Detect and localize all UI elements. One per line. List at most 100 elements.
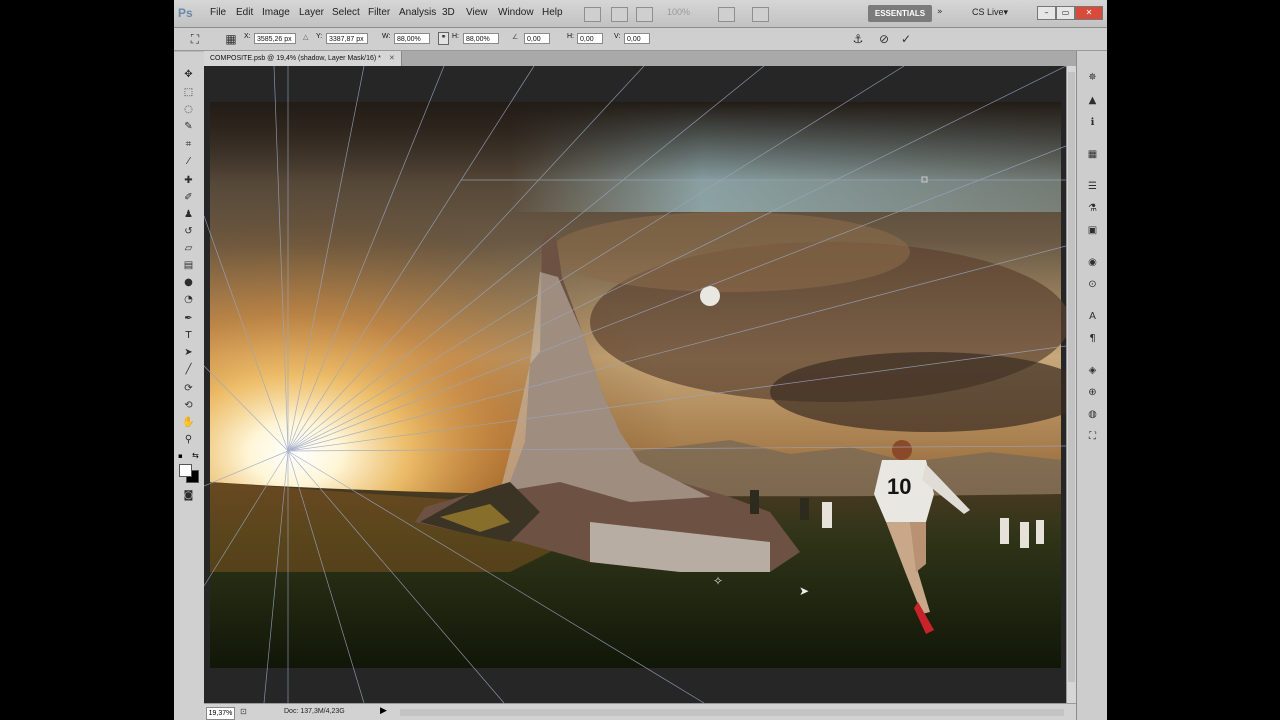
vskew-label: V:: [614, 33, 621, 40]
launch-bridge-icon[interactable]: [584, 7, 601, 22]
tools-panel: ✥ ⬚ ◌ ✎ ⌗ ⁄ ✚ ✐ ♟ ↺ ▱ ▤ ● ◔ ✒ T ➤ ╱ ⟳ ⟲ …: [174, 52, 205, 720]
lasso-tool-icon[interactable]: ◌: [181, 103, 196, 117]
blur-tool-icon[interactable]: ●: [181, 276, 196, 290]
x-label: X:: [244, 33, 251, 40]
close-window-button[interactable]: ✕: [1075, 6, 1103, 20]
mini-bridge-icon[interactable]: [611, 7, 628, 22]
options-bar: ⛶ ▦ X: 3585,26 px △ Y: 3387,87 px W: 88,…: [174, 28, 1107, 51]
menu-filter[interactable]: Filter: [368, 7, 390, 18]
swatches-icon[interactable]: ▦: [1086, 148, 1099, 161]
warp-mode-icon[interactable]: ⚓: [851, 32, 865, 46]
transform-icon[interactable]: ⛶: [1086, 430, 1099, 443]
character-icon[interactable]: A: [1086, 310, 1099, 323]
path-select-icon[interactable]: ➤: [181, 346, 196, 360]
jersey-number: 10: [887, 474, 911, 499]
dodge-tool-icon[interactable]: ◔: [181, 293, 196, 307]
workspace-essentials-button[interactable]: ESSENTIALS: [868, 5, 932, 22]
masks-icon[interactable]: ▣: [1086, 224, 1099, 237]
gradient-tool-icon[interactable]: ▤: [181, 259, 196, 273]
crop-tool-icon[interactable]: ⌗: [181, 138, 196, 152]
default-colors-icon[interactable]: ▪: [178, 452, 183, 460]
eyedropper-tool-icon[interactable]: ⁄: [181, 155, 196, 169]
3d-orbit-icon[interactable]: ⟲: [181, 399, 196, 413]
relative-position-icon[interactable]: △: [303, 33, 308, 41]
menu-file[interactable]: File: [210, 7, 226, 18]
quick-mask-icon[interactable]: ◙: [181, 489, 196, 503]
navigator-icon[interactable]: ✵: [1086, 71, 1099, 84]
zoom-percent-field[interactable]: 19,37%: [206, 707, 235, 720]
healing-brush-icon[interactable]: ✚: [181, 174, 196, 188]
styles-icon[interactable]: ⚗: [1086, 202, 1099, 215]
status-info-icon[interactable]: ⊡: [240, 707, 247, 716]
menu-3d[interactable]: 3D: [442, 7, 455, 18]
brushes-icon[interactable]: ◉: [1086, 256, 1099, 269]
paragraph-icon[interactable]: ¶: [1086, 332, 1099, 345]
vertical-skew-field[interactable]: 0,00: [624, 33, 650, 44]
ps-logo: Ps: [178, 6, 193, 20]
rotation-field[interactable]: 0,00: [524, 33, 550, 44]
transform-pivot-icon[interactable]: ✧: [713, 574, 723, 588]
menu-layer[interactable]: Layer: [299, 7, 324, 18]
workspace-more-arrow[interactable]: »: [937, 7, 943, 17]
menu-view[interactable]: View: [466, 7, 488, 18]
quick-select-tool-icon[interactable]: ✎: [181, 120, 196, 134]
hand-tool-icon[interactable]: ✋: [181, 416, 196, 430]
zoom-level-select[interactable]: 100%: [667, 7, 690, 17]
paths-icon[interactable]: ◍: [1086, 408, 1099, 421]
y-label: Y:: [316, 33, 323, 40]
close-document-icon[interactable]: ✕: [389, 55, 395, 62]
canvas-area[interactable]: 10 ✧ ➤: [204, 66, 1066, 703]
document-size-info: Doc: 137,3M/4,23G: [284, 708, 345, 715]
zoom-tool-icon[interactable]: ⚲: [181, 433, 196, 447]
pen-tool-icon[interactable]: ✒: [181, 312, 196, 326]
marquee-tool-icon[interactable]: ⬚: [181, 86, 196, 100]
menu-edit[interactable]: Edit: [236, 7, 253, 18]
document-tab-title: COMPOSITE.psb @ 19,4% (shadow, Layer Mas…: [210, 55, 381, 62]
vertical-scroll-thumb[interactable]: [1068, 72, 1075, 682]
y-position-field[interactable]: 3387,87 px: [326, 33, 368, 44]
width-field[interactable]: 88,00%: [394, 33, 430, 44]
channels-icon[interactable]: ⊕: [1086, 386, 1099, 399]
horizontal-scrollbar[interactable]: [400, 709, 1064, 716]
x-position-field[interactable]: 3585,26 px: [254, 33, 296, 44]
view-extras-icon[interactable]: [636, 7, 653, 22]
swap-colors-icon[interactable]: ⇆: [192, 451, 199, 460]
3d-rotate-icon[interactable]: ⟳: [181, 382, 196, 396]
type-tool-icon[interactable]: T: [181, 329, 196, 343]
menu-analysis[interactable]: Analysis: [399, 7, 436, 18]
screen-mode-icon[interactable]: [752, 7, 769, 22]
restore-button[interactable]: ▭: [1056, 6, 1075, 20]
eraser-tool-icon[interactable]: ▱: [181, 242, 196, 256]
canvas-artwork[interactable]: 10 ✧ ➤: [204, 66, 1066, 703]
adjustments-icon[interactable]: ☰: [1086, 180, 1099, 193]
menu-image[interactable]: Image: [262, 7, 290, 18]
cs-live-menu[interactable]: CS Live▾: [972, 7, 1008, 18]
menu-select[interactable]: Select: [332, 7, 360, 18]
info-icon[interactable]: ℹ: [1086, 116, 1099, 129]
status-menu-arrow[interactable]: ▶: [380, 706, 387, 716]
transform-tool-icon: ⛶: [190, 32, 200, 46]
w-label: W:: [382, 33, 391, 40]
menu-window[interactable]: Window: [498, 7, 534, 18]
reference-point-icon[interactable]: ▦: [224, 32, 238, 46]
foreground-color-swatch[interactable]: [179, 464, 192, 477]
history-brush-icon[interactable]: ↺: [181, 225, 196, 239]
horizontal-skew-field[interactable]: 0,00: [577, 33, 603, 44]
histogram-icon[interactable]: ▲: [1086, 94, 1099, 107]
move-tool-icon[interactable]: ✥: [181, 68, 196, 82]
menu-help[interactable]: Help: [542, 7, 563, 18]
clone-source-icon[interactable]: ⊙: [1086, 278, 1099, 291]
h-label: H:: [452, 33, 459, 40]
brush-tool-icon[interactable]: ✐: [181, 191, 196, 205]
photoshop-window: Ps File Edit Image Layer Select Filter A…: [174, 0, 1107, 720]
clone-stamp-icon[interactable]: ♟: [181, 208, 196, 222]
commit-transform-icon[interactable]: ✓: [899, 32, 913, 46]
arrange-documents-icon[interactable]: [718, 7, 735, 22]
layers-icon[interactable]: ◈: [1086, 364, 1099, 377]
document-tab[interactable]: COMPOSITE.psb @ 19,4% (shadow, Layer Mas…: [204, 51, 402, 66]
minimize-button[interactable]: –: [1037, 6, 1056, 20]
cancel-transform-icon[interactable]: ⊘: [877, 32, 891, 46]
height-field[interactable]: 88,00%: [463, 33, 499, 44]
link-proportions-icon[interactable]: ⚭: [438, 32, 449, 45]
shape-tool-icon[interactable]: ╱: [181, 363, 196, 377]
